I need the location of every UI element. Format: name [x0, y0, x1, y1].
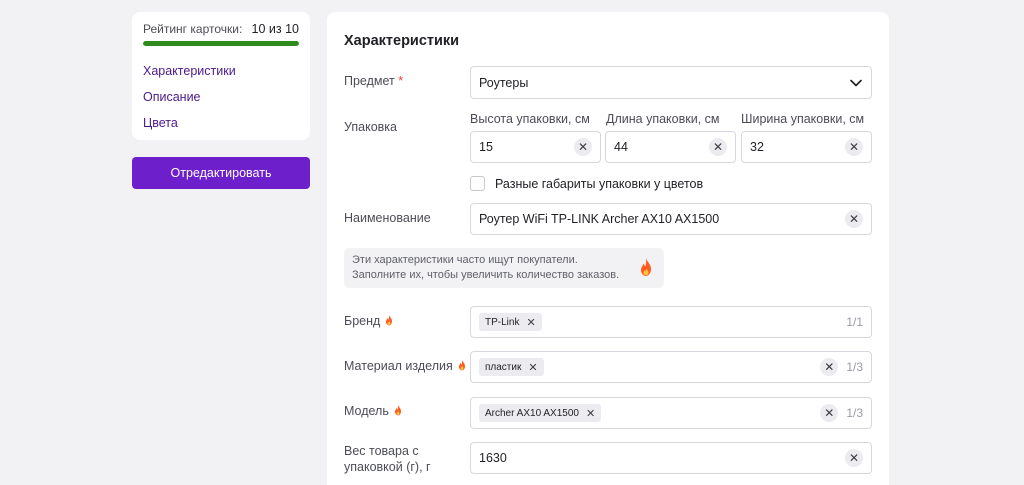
remove-tag-icon[interactable]: ✕ [526, 316, 535, 329]
required-mark: * [398, 74, 404, 88]
package-height-value: 15 [479, 140, 493, 154]
brand-label: Бренд [344, 313, 394, 329]
package-width-value: 32 [750, 140, 764, 154]
name-label: Наименование [344, 211, 431, 225]
model-label: Модель [344, 403, 403, 419]
name-input[interactable]: Роутер WiFi TP-LINK Archer AX10 AX1500 ✕ [470, 203, 872, 235]
nav-link-characteristics[interactable]: Характеристики [143, 63, 299, 79]
remove-tag-icon[interactable]: ✕ [586, 407, 595, 420]
subject-value: Роутеры [479, 75, 529, 90]
material-label-text: Материал изделия [344, 359, 453, 373]
hint-line-1: Эти характеристики часто ищут покупатели… [352, 254, 578, 266]
weight-label-line-2: упаковкой (г), г [344, 460, 431, 474]
package-label: Упаковка [344, 120, 397, 134]
fire-icon [641, 258, 651, 276]
subject-label-text: Предмет [344, 74, 395, 88]
characteristics-card: Характеристики Предмет * Роутеры Упаковк… [327, 12, 889, 485]
model-multiselect[interactable]: Archer AX10 AX1500 ✕ ✕ 1/3 [470, 397, 872, 429]
name-value: Роутер WiFi TP-LINK Archer AX10 AX1500 [479, 212, 720, 226]
nav-link-colors[interactable]: Цвета [143, 115, 299, 131]
tag-chip: пластик ✕ [479, 358, 544, 376]
remove-tag-icon[interactable]: ✕ [528, 361, 537, 374]
tag-chip: Archer AX10 AX1500 ✕ [479, 404, 602, 422]
tag-chip: TP-Link ✕ [479, 313, 542, 331]
weight-label-line-1: Вес товара с [344, 444, 419, 458]
brand-label-text: Бренд [344, 314, 381, 328]
material-count: 1/3 [846, 360, 863, 374]
tag-label: Archer AX10 AX1500 [485, 407, 579, 419]
clear-icon[interactable]: ✕ [820, 404, 839, 422]
weight-label: Вес товара с упаковкой (г), г [344, 443, 431, 475]
fire-icon [386, 314, 393, 326]
weight-value: 1630 [479, 451, 507, 465]
fire-icon [394, 404, 401, 416]
rating-value: 10 из 10 [251, 22, 299, 36]
model-tags: Archer AX10 AX1500 ✕ [479, 404, 820, 422]
material-label: Материал изделия [344, 358, 467, 374]
tag-label: пластик [485, 361, 522, 373]
different-sizes-row: Разные габариты упаковки у цветов [470, 176, 703, 191]
hint-line-2: Заполните их, чтобы увеличить количество… [352, 269, 620, 281]
subject-select[interactable]: Роутеры [470, 66, 872, 99]
package-width-input[interactable]: 32 ✕ [741, 131, 872, 163]
rating-progress-fill [143, 41, 299, 46]
package-width-label: Ширина упаковки, см [741, 112, 865, 126]
nav-link-description[interactable]: Описание [143, 89, 299, 105]
model-count: 1/3 [846, 406, 863, 420]
weight-input[interactable]: 1630 ✕ [470, 442, 872, 474]
edit-button[interactable]: Отредактировать [132, 157, 310, 189]
package-length-input[interactable]: 44 ✕ [605, 131, 736, 163]
rating-label: Рейтинг карточки: [143, 22, 243, 36]
package-height-label: Высота упаковки, см [470, 112, 590, 126]
clear-icon[interactable]: ✕ [574, 138, 592, 156]
clear-icon[interactable]: ✕ [845, 449, 863, 467]
clear-icon[interactable]: ✕ [709, 138, 727, 156]
package-length-value: 44 [614, 140, 628, 154]
rating-row: Рейтинг карточки: 10 из 10 [143, 22, 299, 36]
card-rating-panel: Рейтинг карточки: 10 из 10 Характеристик… [132, 12, 310, 140]
package-length-label: Длина упаковки, см [606, 112, 720, 126]
model-label-text: Модель [344, 404, 389, 418]
clear-icon[interactable]: ✕ [820, 358, 839, 376]
fire-icon [458, 359, 465, 371]
different-sizes-label: Разные габариты упаковки у цветов [495, 176, 704, 191]
subject-label: Предмет * [344, 73, 403, 89]
brand-tags: TP-Link ✕ [479, 313, 838, 331]
different-sizes-checkbox[interactable] [470, 176, 485, 191]
package-height-input[interactable]: 15 ✕ [470, 131, 601, 163]
clear-icon[interactable]: ✕ [845, 138, 863, 156]
section-nav: Характеристики Описание Цвета [143, 63, 299, 131]
tag-label: TP-Link [485, 316, 520, 328]
chevron-down-icon [850, 79, 862, 86]
brand-multiselect[interactable]: TP-Link ✕ 1/1 [470, 306, 872, 338]
hint-banner: Эти характеристики часто ищут покупатели… [344, 248, 664, 288]
rating-progress-bar [143, 41, 299, 46]
page-title: Характеристики [344, 33, 460, 49]
brand-count: 1/1 [846, 315, 863, 329]
clear-icon[interactable]: ✕ [845, 210, 863, 228]
material-multiselect[interactable]: пластик ✕ ✕ 1/3 [470, 351, 872, 383]
material-tags: пластик ✕ [479, 358, 820, 376]
